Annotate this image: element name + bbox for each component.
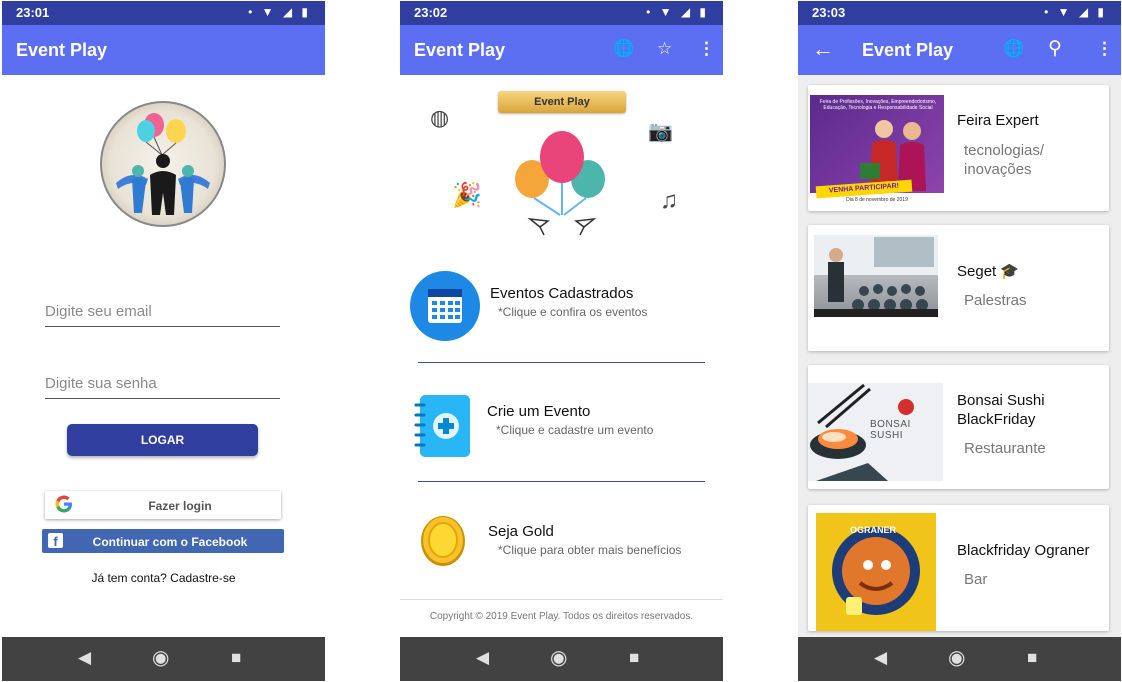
event-thumbnail: BONSAI SUSHI xyxy=(808,383,943,481)
google-button-label: Fazer login xyxy=(148,499,212,513)
thumb-brand: BONSAI SUSHI xyxy=(870,419,911,441)
login-button[interactable]: LOGAR xyxy=(67,424,258,456)
menu-item-title: Crie um Evento xyxy=(487,403,591,420)
status-time: 23:02 xyxy=(414,5,448,20)
status-bar: 23:02 • ▼ ◢ ▮ xyxy=(400,1,723,25)
home-icon[interactable]: ◉ xyxy=(948,645,965,670)
thumb-header-text: Feira de Profissões, Inovações, Empreend… xyxy=(819,99,937,111)
recents-icon[interactable]: ■ xyxy=(231,648,241,668)
app-bar: Event Play 🌐 ☆ ⋮ xyxy=(400,25,723,75)
nav-bar: ◀ ◉ ■ xyxy=(2,637,325,681)
globe-icon[interactable]: 🌐 xyxy=(613,39,634,59)
music-notes-icon: ♫ xyxy=(660,187,678,214)
event-thumbnail: Feira de Profissões, Inovações, Empreend… xyxy=(810,95,944,207)
globe-icon[interactable]: 🌐 xyxy=(1003,39,1024,59)
status-time: 23:03 xyxy=(812,5,846,20)
facebook-button-label: Continuar com o Facebook xyxy=(92,535,248,549)
event-subtitle: Bar xyxy=(964,571,988,588)
app-title: Event Play xyxy=(862,40,954,60)
app-bar: ← Event Play 🌐 ⚲ ⋮ xyxy=(798,25,1121,75)
recents-icon[interactable]: ■ xyxy=(629,648,639,668)
party-popper-icon: 🎉 xyxy=(452,182,482,209)
google-login-button[interactable]: Fazer login xyxy=(45,491,281,519)
more-options-icon[interactable]: ⋮ xyxy=(1096,39,1113,59)
email-field[interactable] xyxy=(45,297,280,327)
footer-divider xyxy=(400,599,723,600)
status-icons: • ▼ ◢ ▮ xyxy=(248,5,311,19)
event-subtitle: tecnologias/ inovações xyxy=(964,142,1045,178)
thumb-date: Dia 8 de novembro de 2019 xyxy=(846,197,908,203)
back-arrow-icon[interactable]: ← xyxy=(812,36,834,62)
signup-link[interactable]: Já tem conta? Cadastre-se xyxy=(2,571,325,585)
events-screen: 23:03 • ▼ ◢ ▮ ← Event Play 🌐 ⚲ ⋮ Feira d… xyxy=(798,1,1121,681)
home-screen: 23:02 • ▼ ◢ ▮ Event Play 🌐 ☆ ⋮ Event Pla… xyxy=(400,1,723,681)
status-bar: 23:01 • ▼ ◢ ▮ xyxy=(2,1,325,25)
star-icon[interactable]: ☆ xyxy=(657,39,672,59)
search-icon[interactable]: ⚲ xyxy=(1048,37,1062,60)
be-gold-item[interactable]: Seja Gold *Clique para obter mais benefí… xyxy=(400,509,723,575)
event-card[interactable]: Seget 🎓 Palestras xyxy=(808,225,1109,351)
back-icon[interactable]: ◀ xyxy=(874,648,887,668)
status-icons: • ▼ ◢ ▮ xyxy=(1044,5,1107,19)
menu-item-subtitle: *Clique para obter mais benefícios xyxy=(498,543,682,557)
nav-bar: ◀ ◉ ■ xyxy=(400,637,723,681)
home-icon[interactable]: ◉ xyxy=(152,645,169,670)
event-card[interactable]: BONSAI SUSHI Bonsai Sushi BlackFriday Re… xyxy=(808,365,1109,489)
event-thumbnail xyxy=(814,235,938,317)
copyright-text: Copyright © 2019 Event Play. Todos os di… xyxy=(429,611,694,622)
events-list: Feira de Profissões, Inovações, Empreend… xyxy=(798,75,1121,637)
banner-ribbon: Event Play xyxy=(498,91,626,113)
status-bar: 23:03 • ▼ ◢ ▮ xyxy=(798,1,1121,25)
event-card[interactable]: Feira de Profissões, Inovações, Empreend… xyxy=(808,85,1109,211)
event-thumbnail: OGRANER xyxy=(816,513,936,631)
back-icon[interactable]: ◀ xyxy=(476,648,489,668)
password-input[interactable] xyxy=(45,369,280,397)
menu-item-subtitle: *Clique e confira os eventos xyxy=(498,305,648,319)
app-title: Event Play xyxy=(414,40,506,60)
event-title: Seget 🎓 xyxy=(957,263,1020,280)
divider xyxy=(418,481,705,482)
gold-coin-icon xyxy=(420,515,466,567)
more-options-icon[interactable]: ⋮ xyxy=(698,39,715,59)
nav-bar: ◀ ◉ ■ xyxy=(798,637,1121,681)
app-title: Event Play xyxy=(16,40,108,60)
status-icons: • ▼ ◢ ▮ xyxy=(646,5,709,19)
camera-icon: 📷 xyxy=(648,121,673,143)
app-bar: Event Play xyxy=(2,25,325,75)
create-event-item[interactable]: Crie um Evento *Clique e cadastre um eve… xyxy=(400,389,723,465)
menu-item-title: Seja Gold xyxy=(488,523,554,540)
facebook-login-button[interactable]: f Continuar com o Facebook xyxy=(42,529,284,553)
add-notebook-icon xyxy=(412,391,476,459)
registered-events-item[interactable]: Eventos Cadastrados *Clique e confira os… xyxy=(400,269,723,345)
password-field[interactable] xyxy=(45,369,280,399)
login-screen: 23:01 • ▼ ◢ ▮ Event Play LOGAR xyxy=(2,1,325,681)
thumb-brand: OGRANER xyxy=(850,525,897,535)
recents-icon[interactable]: ■ xyxy=(1027,648,1037,668)
balloons-icon xyxy=(512,127,612,237)
event-title: Feira Expert xyxy=(957,112,1039,129)
event-card[interactable]: OGRANER Blackfriday Ograner Bar xyxy=(808,505,1109,631)
back-icon[interactable]: ◀ xyxy=(78,648,91,668)
status-time: 23:01 xyxy=(16,5,50,20)
disco-ball-icon: ◍ xyxy=(430,105,450,130)
event-title: Blackfriday Ograner xyxy=(957,542,1090,559)
menu-item-title: Eventos Cadastrados xyxy=(490,285,634,302)
calendar-icon xyxy=(410,271,480,341)
event-play-banner: Event Play xyxy=(498,91,626,115)
event-title: Bonsai Sushi BlackFriday xyxy=(957,392,1045,428)
event-subtitle: Palestras xyxy=(964,292,1027,309)
email-input[interactable] xyxy=(45,297,280,325)
menu-item-subtitle: *Clique e cadastre um evento xyxy=(496,423,654,437)
home-icon[interactable]: ◉ xyxy=(550,645,567,670)
divider xyxy=(418,362,705,363)
app-logo xyxy=(100,101,226,227)
event-subtitle: Restaurante xyxy=(964,440,1046,457)
